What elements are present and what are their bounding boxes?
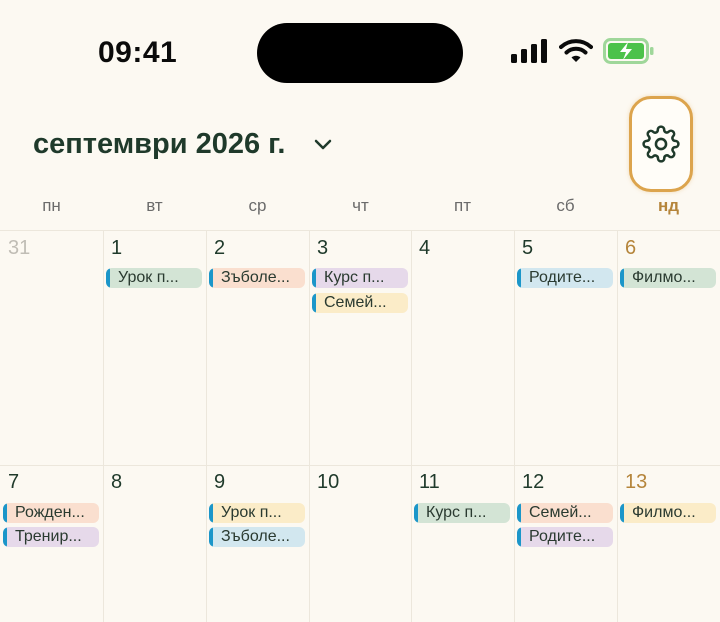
- status-bar: 09:41: [0, 0, 720, 100]
- event-chip[interactable]: Тренир...: [3, 527, 99, 547]
- day-number[interactable]: 9: [214, 471, 225, 494]
- chevron-down-icon[interactable]: [314, 138, 332, 152]
- grid-divider: [514, 231, 515, 622]
- weekday-tue: вт: [146, 196, 163, 215]
- weekday-header: пн вт ср чт пт сб нд: [0, 196, 720, 224]
- grid-divider: [206, 231, 207, 622]
- dynamic-island: [257, 23, 463, 83]
- grid-divider: [411, 231, 412, 622]
- day-number[interactable]: 2: [214, 237, 225, 260]
- event-chip[interactable]: Курс п...: [414, 503, 510, 523]
- day-number[interactable]: 1: [111, 237, 122, 260]
- grid-divider: [309, 231, 310, 622]
- month-title[interactable]: септември 2026 г.: [33, 128, 285, 161]
- day-number[interactable]: 31: [8, 237, 30, 260]
- weekday-fri: пт: [454, 196, 471, 215]
- event-chip[interactable]: Филмо...: [620, 268, 716, 288]
- day-number[interactable]: 13: [625, 471, 647, 494]
- calendar-header: септември 2026 г.: [0, 96, 720, 192]
- day-number[interactable]: 3: [317, 237, 328, 260]
- day-number[interactable]: 10: [317, 471, 339, 494]
- event-chip[interactable]: Урок п...: [106, 268, 202, 288]
- event-chip[interactable]: Родите...: [517, 527, 613, 547]
- day-number[interactable]: 8: [111, 471, 122, 494]
- day-number[interactable]: 7: [8, 471, 19, 494]
- day-number[interactable]: 5: [522, 237, 533, 260]
- weekday-mon: пн: [42, 196, 61, 215]
- event-chip[interactable]: Урок п...: [209, 503, 305, 523]
- event-chip[interactable]: Рожден...: [3, 503, 99, 523]
- day-number[interactable]: 4: [419, 237, 430, 260]
- wifi-icon: [559, 39, 593, 62]
- battery-charging-icon: [603, 38, 654, 64]
- grid-divider: [0, 465, 720, 466]
- gear-icon: [642, 125, 680, 163]
- event-chip[interactable]: Семей...: [312, 293, 408, 313]
- weekday-sat: сб: [556, 196, 575, 215]
- grid-divider: [617, 231, 618, 622]
- event-chip[interactable]: Зъболе...: [209, 527, 305, 547]
- weekday-wed: ср: [248, 196, 267, 215]
- day-number[interactable]: 11: [419, 471, 440, 494]
- event-chip[interactable]: Родите...: [517, 268, 613, 288]
- month-grid: 31 1 2 3 4 5 6 Урок п... Зъболе... Курс …: [0, 230, 720, 622]
- event-chip[interactable]: Семей...: [517, 503, 613, 523]
- day-number[interactable]: 12: [522, 471, 544, 494]
- status-time: 09:41: [98, 36, 178, 69]
- grid-divider: [103, 231, 104, 622]
- cellular-signal-icon: [511, 39, 547, 63]
- weekday-thu: чт: [352, 196, 369, 215]
- weekday-sun: нд: [657, 196, 680, 215]
- event-chip[interactable]: Зъболе...: [209, 268, 305, 288]
- settings-button[interactable]: [629, 96, 693, 192]
- day-number[interactable]: 6: [625, 237, 636, 260]
- event-chip[interactable]: Курс п...: [312, 268, 408, 288]
- event-chip[interactable]: Филмо...: [620, 503, 716, 523]
